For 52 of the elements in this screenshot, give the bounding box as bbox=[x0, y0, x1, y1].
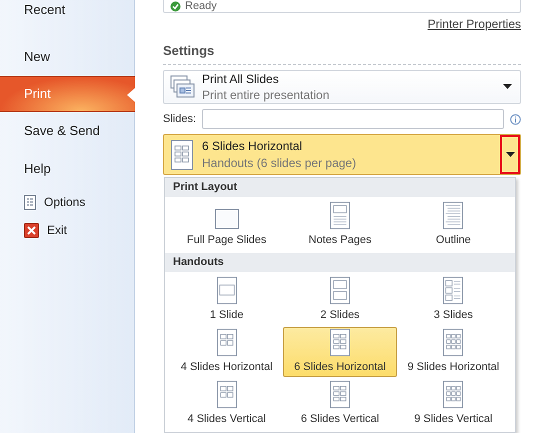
sidebar-item[interactable]: Save & Send bbox=[0, 112, 134, 150]
gallery-option[interactable]: Outline bbox=[396, 200, 510, 250]
gallery-option[interactable]: 1 Slide bbox=[170, 275, 284, 325]
sidebar-item[interactable]: Options bbox=[0, 188, 134, 216]
sidebar-item[interactable]: Recent bbox=[0, 0, 134, 38]
layout-dropdown[interactable]: 6 Slides Horizontal Handouts (6 slides per page) bbox=[163, 134, 521, 175]
print-range-dropdown[interactable]: Print All Slides Print entire presentation bbox=[163, 70, 521, 104]
gallery-option[interactable]: 3 Slides bbox=[396, 275, 510, 325]
page-layout-icon bbox=[441, 380, 466, 409]
caret-icon bbox=[503, 84, 512, 90]
page-layout-icon bbox=[214, 380, 239, 409]
page-layout-icon bbox=[441, 328, 466, 357]
gallery-option[interactable]: 4 Slides Horizontal bbox=[170, 327, 284, 377]
dropdown-arrow-button[interactable] bbox=[500, 135, 520, 174]
printer-status: Ready bbox=[163, 0, 521, 13]
selection-pointer bbox=[127, 88, 135, 102]
page-layout-icon bbox=[214, 328, 239, 357]
gallery-option[interactable]: 6 Slides Horizontal bbox=[283, 327, 397, 377]
sidebar-item[interactable]: New bbox=[0, 38, 134, 76]
page-layout-icon bbox=[441, 201, 466, 230]
gallery-option[interactable]: 9 Slides Vertical bbox=[396, 379, 510, 429]
gallery-option[interactable]: Full Page Slides bbox=[170, 200, 284, 250]
dropdown-title: Print All Slides bbox=[202, 70, 280, 87]
gallery-option[interactable]: 6 Slides Vertical bbox=[283, 379, 397, 429]
slide-icon bbox=[214, 208, 240, 230]
page-layout-icon bbox=[328, 328, 352, 357]
close-icon bbox=[24, 222, 39, 238]
gallery-option[interactable]: Notes Pages bbox=[283, 200, 397, 250]
gallery-option[interactable]: 4 Slides Vertical bbox=[170, 379, 284, 429]
document-icon bbox=[24, 194, 36, 210]
section-heading: Settings bbox=[163, 41, 521, 64]
sidebar-item[interactable]: Help bbox=[0, 150, 134, 188]
printer-properties-link[interactable]: Printer Properties bbox=[428, 15, 521, 33]
slides-input-field[interactable] bbox=[202, 109, 504, 129]
page-layout-icon bbox=[328, 201, 352, 230]
caret-icon bbox=[506, 152, 514, 157]
info-icon bbox=[510, 114, 521, 124]
page-layout-icon bbox=[170, 138, 194, 170]
page-layout-icon bbox=[328, 276, 352, 305]
page-layout-icon bbox=[441, 276, 466, 305]
dropdown-title: 6 Slides Horizontal bbox=[202, 138, 304, 154]
dropdown-subtitle: Handouts (6 slides per page) bbox=[202, 154, 358, 172]
page-layout-icon bbox=[214, 276, 239, 305]
gallery-section-header: Print Layout bbox=[165, 178, 515, 197]
dropdown-subtitle: Print entire presentation bbox=[202, 86, 330, 103]
slides-label: Slides: bbox=[163, 112, 196, 127]
gallery-option[interactable]: 2 Slides bbox=[283, 275, 397, 325]
page-layout-icon bbox=[328, 380, 352, 409]
slides-stack-icon bbox=[170, 74, 196, 99]
sidebar-item[interactable]: Exit bbox=[0, 216, 134, 244]
gallery-section-header: Handouts bbox=[165, 253, 515, 272]
gallery-option[interactable]: 9 Slides Horizontal bbox=[396, 327, 510, 377]
